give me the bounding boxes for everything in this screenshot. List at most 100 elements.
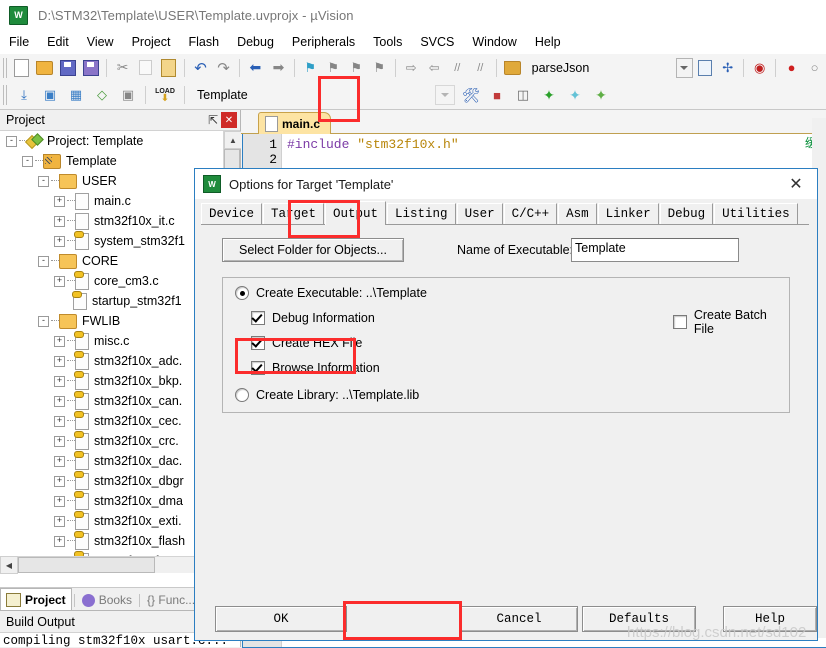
panel-tab-project[interactable]: Project xyxy=(0,588,72,610)
dialog-tab-user[interactable]: User xyxy=(456,203,503,224)
dialog-tab-asm[interactable]: Asm xyxy=(558,203,597,224)
menu-item-file[interactable]: File xyxy=(0,33,38,51)
tree-item[interactable]: + stm32f10x_flash xyxy=(0,530,223,551)
toolbar-grip[interactable] xyxy=(3,85,9,105)
find-history-chevron-down-icon[interactable] xyxy=(675,57,694,78)
bookmark-prev-icon[interactable]: ⚑ xyxy=(323,56,344,80)
name-of-executable-input[interactable]: Template xyxy=(571,238,739,262)
tree-item[interactable]: + stm32f10x_it.c xyxy=(0,211,223,231)
dialog-tab-c-c++[interactable]: C/C++ xyxy=(503,203,558,224)
project-tree-horizontal-scrollbar[interactable]: ◀ xyxy=(0,556,223,574)
tree-item[interactable]: + stm32f10x_cec. xyxy=(0,410,223,431)
tree-item[interactable]: + stm32f10x_bkp. xyxy=(0,370,223,391)
collapse-icon[interactable]: - xyxy=(38,175,49,187)
select-folder-for-objects-button[interactable]: Select Folder for Objects... xyxy=(222,238,404,262)
scrollbar-thumb[interactable] xyxy=(18,557,155,573)
tree-item[interactable]: + stm32f10x_dbgr xyxy=(0,470,223,491)
rebuild-icon[interactable]: ▦ xyxy=(64,83,88,107)
cancel-button[interactable]: Cancel xyxy=(460,606,578,632)
dialog-tab-linker[interactable]: Linker xyxy=(597,203,659,224)
checkbox-icon[interactable] xyxy=(251,311,265,325)
menu-item-project[interactable]: Project xyxy=(123,33,180,51)
uncomment-icon[interactable]: // xyxy=(470,56,491,80)
dialog-tab-debug[interactable]: Debug xyxy=(659,203,714,224)
undo-icon[interactable]: ↶ xyxy=(190,56,211,80)
expand-icon[interactable]: + xyxy=(54,375,65,387)
dialog-tab-listing[interactable]: Listing xyxy=(387,203,456,224)
checkbox-icon[interactable] xyxy=(251,336,265,350)
expand-icon[interactable]: + xyxy=(54,355,65,367)
expand-icon[interactable]: + xyxy=(54,515,65,527)
expand-icon[interactable]: + xyxy=(54,475,65,487)
forward-icon[interactable]: ➡ xyxy=(268,56,289,80)
tree-item[interactable]: - Project: Template xyxy=(0,131,223,151)
expand-icon[interactable]: + xyxy=(54,275,65,287)
tree-item[interactable]: + main.c xyxy=(0,191,223,211)
dialog-close-icon[interactable]: ✕ xyxy=(775,169,817,199)
scroll-up-arrow-icon[interactable]: ▲ xyxy=(224,131,242,149)
collapse-icon[interactable]: - xyxy=(38,255,49,267)
expand-icon[interactable]: + xyxy=(54,395,65,407)
pack-installer-icon[interactable]: ✦ xyxy=(537,83,561,107)
translate-icon[interactable]: ⤓ xyxy=(12,83,36,107)
bookmark-next-icon[interactable]: ⚑ xyxy=(346,56,367,80)
menu-item-peripherals[interactable]: Peripherals xyxy=(283,33,364,51)
dialog-tab-output[interactable]: Output xyxy=(325,201,387,225)
toolbar-grip[interactable] xyxy=(3,57,9,78)
target-selector-label[interactable]: Template xyxy=(197,88,347,102)
batch-build-icon[interactable]: ◇ xyxy=(90,83,114,107)
menu-item-svcs[interactable]: SVCS xyxy=(411,33,463,51)
tree-item[interactable]: + stm32f10x_dac. xyxy=(0,450,223,471)
create-hex-file-row[interactable]: Create HEX File xyxy=(251,336,362,350)
breakpoint-set-icon[interactable]: ● xyxy=(781,56,802,80)
tree-item[interactable]: - Template xyxy=(0,151,223,171)
tree-item[interactable]: + system_stm32f1 xyxy=(0,230,223,251)
scroll-left-arrow-icon[interactable]: ◀ xyxy=(0,556,18,574)
radio-icon[interactable] xyxy=(235,388,249,402)
tree-item[interactable]: + stm32f10x_crc. xyxy=(0,430,223,451)
build-icon[interactable]: ▣ xyxy=(38,83,62,107)
tree-item[interactable]: + stm32f10x_dma xyxy=(0,490,223,511)
panel-tab-books[interactable]: Books xyxy=(77,590,137,610)
menu-item-view[interactable]: View xyxy=(78,33,123,51)
expand-icon[interactable]: + xyxy=(54,415,65,427)
paste-icon[interactable] xyxy=(158,56,179,80)
back-icon[interactable]: ⬅ xyxy=(245,56,266,80)
open-file-icon[interactable] xyxy=(34,56,55,80)
tree-item[interactable]: - FWLIB xyxy=(0,311,223,331)
debug-start-icon[interactable]: ◉ xyxy=(749,56,770,80)
dialog-tab-target[interactable]: Target xyxy=(263,203,325,224)
select-software-packs-icon[interactable]: ✦ xyxy=(589,83,613,107)
debug-information-row[interactable]: Debug Information xyxy=(251,311,375,325)
cut-icon[interactable]: ✂ xyxy=(112,56,133,80)
save-all-icon[interactable] xyxy=(80,56,101,80)
create-batch-file-row[interactable]: Create Batch File xyxy=(673,308,789,336)
collapse-icon[interactable]: - xyxy=(22,155,33,167)
manage-runtime-icon[interactable]: ✦ xyxy=(563,83,587,107)
stop-build-icon[interactable]: ▣ xyxy=(116,83,140,107)
checkbox-icon[interactable] xyxy=(251,361,265,375)
comment-icon[interactable]: // xyxy=(447,56,468,80)
radio-icon[interactable] xyxy=(235,286,249,300)
close-icon[interactable]: ✕ xyxy=(221,112,237,128)
menu-item-help[interactable]: Help xyxy=(526,33,570,51)
configure-icon[interactable]: ✢ xyxy=(717,56,738,80)
collapse-icon[interactable]: - xyxy=(38,315,49,327)
tree-item[interactable]: - CORE xyxy=(0,251,223,271)
breakpoint-clear-icon[interactable]: ○ xyxy=(804,56,825,80)
collapse-icon[interactable]: - xyxy=(6,135,17,147)
tree-item[interactable]: - USER xyxy=(0,171,223,191)
tree-item[interactable]: + misc.c xyxy=(0,330,223,351)
ok-button[interactable]: OK xyxy=(215,606,347,632)
expand-icon[interactable]: + xyxy=(54,435,65,447)
dialog-tab-device[interactable]: Device xyxy=(201,203,263,224)
options-for-target-icon[interactable]: 🛠 xyxy=(459,83,483,107)
tree-item[interactable]: + stm32f10x_adc. xyxy=(0,350,223,371)
bookmark-clear-icon[interactable]: ⚑ xyxy=(369,56,390,80)
expand-icon[interactable]: + xyxy=(54,235,65,247)
outdent-block-icon[interactable]: ⇦ xyxy=(424,56,445,80)
expand-icon[interactable]: + xyxy=(54,495,65,507)
tree-item[interactable]: + stm32f10x_exti. xyxy=(0,510,223,531)
menu-item-debug[interactable]: Debug xyxy=(228,33,283,51)
new-file-icon[interactable] xyxy=(11,56,32,80)
